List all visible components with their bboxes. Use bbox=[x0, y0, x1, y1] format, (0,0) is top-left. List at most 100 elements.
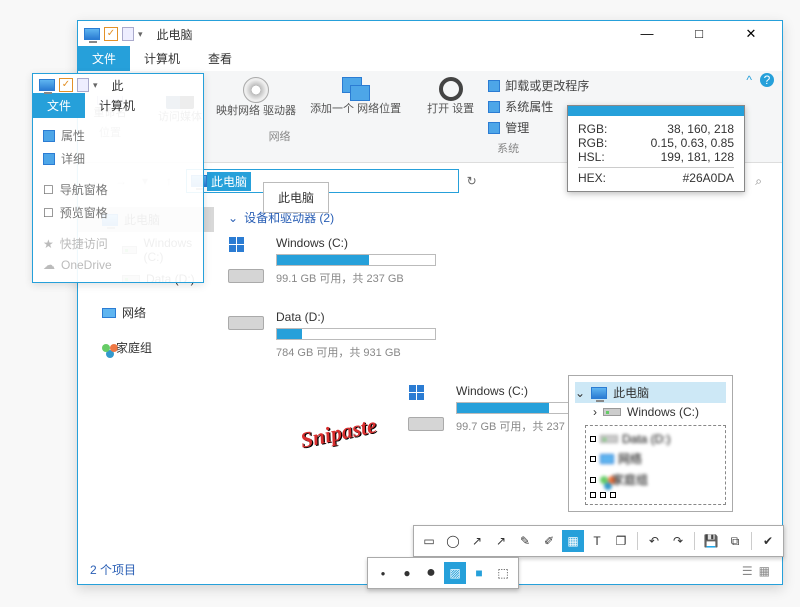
page-icon[interactable] bbox=[122, 27, 134, 41]
screens-icon bbox=[342, 77, 370, 101]
ghost-window: ✓▾ 此 文件计算机 属性 详细 ☐导航窗格 ☐预览窗格 ★快捷访问 ☁OneD… bbox=[32, 73, 204, 283]
icons-view-icon[interactable]: ▦ bbox=[759, 564, 770, 578]
color-swatch[interactable]: ■ bbox=[468, 562, 490, 584]
view-switcher[interactable]: ☰▦ bbox=[742, 564, 770, 578]
size-medium[interactable]: ● bbox=[396, 562, 418, 584]
drive-item[interactable]: Data (D:)784 GB 可用，共 931 GB bbox=[228, 310, 478, 360]
usage-bar bbox=[457, 403, 549, 413]
ribbon-help: ^ ? bbox=[746, 73, 774, 87]
pc-icon bbox=[591, 387, 607, 399]
disc-icon bbox=[243, 77, 269, 103]
props-icon bbox=[43, 130, 55, 142]
rect-tool[interactable]: ▭ bbox=[418, 530, 440, 552]
page-icon bbox=[77, 78, 89, 92]
chevron-right-icon: › bbox=[593, 405, 597, 419]
ghost-quick: ★快捷访问 bbox=[43, 232, 193, 255]
tree-this-pc[interactable]: ⌄此电脑 bbox=[575, 382, 726, 403]
tab-file[interactable]: 文件 bbox=[78, 46, 130, 71]
mosaic-tool[interactable]: ▦ bbox=[562, 530, 584, 552]
pencil-tool[interactable]: ✎ bbox=[514, 530, 536, 552]
color-picker[interactable]: RGB:38, 160, 218 RGB:0.15, 0.63, 0.85 HS… bbox=[567, 105, 745, 192]
checkbox-icon: ☐ bbox=[43, 206, 54, 220]
minimize-button[interactable]: — bbox=[632, 26, 662, 42]
maximize-button[interactable]: □ bbox=[684, 26, 714, 42]
search-icon[interactable]: ⌕ bbox=[755, 174, 762, 189]
chevron-down-icon[interactable]: ▾ bbox=[138, 29, 143, 40]
pc-icon bbox=[84, 28, 100, 40]
ellipse-tool[interactable]: ◯ bbox=[442, 530, 464, 552]
homegroup-icon bbox=[600, 476, 608, 484]
chevron-down-icon: ⌄ bbox=[575, 386, 585, 400]
annotation-toolbar[interactable]: ▭ ◯ ↗ ↗ ✎ ✐ ▦ T ❐ ↶ ↷ 💾 ⧉ ✔ bbox=[413, 525, 784, 557]
uninstall-button[interactable]: 卸载或更改程序 bbox=[488, 77, 589, 94]
marker-tool[interactable]: ✐ bbox=[538, 530, 560, 552]
size-small[interactable]: ● bbox=[372, 562, 394, 584]
arrow-tool[interactable]: ↗ bbox=[490, 530, 512, 552]
pc-icon bbox=[39, 79, 55, 91]
open-settings-button[interactable]: 打开 设置 bbox=[427, 77, 474, 116]
program-icon bbox=[488, 80, 500, 92]
map-drive-button[interactable]: 映射网络 驱动器 bbox=[216, 77, 296, 118]
handle-icon[interactable] bbox=[590, 436, 596, 442]
checkbox-icon: ☐ bbox=[43, 183, 54, 197]
windows-icon bbox=[408, 384, 424, 400]
titlebar: ✓ ▾ 此电脑 — □ ✕ bbox=[78, 21, 782, 47]
ghost-tab-computer[interactable]: 计算机 bbox=[85, 93, 149, 118]
homegroup-icon bbox=[102, 344, 110, 352]
sidebar-network[interactable]: 网络 bbox=[78, 300, 214, 325]
size-large[interactable]: ● bbox=[420, 562, 442, 584]
handle-icon[interactable] bbox=[590, 477, 596, 483]
hatch-style[interactable]: ▨ bbox=[444, 562, 466, 584]
select-area[interactable]: ⬚ bbox=[492, 562, 514, 584]
group-network-label: 网络 bbox=[269, 128, 291, 144]
tab-view[interactable]: 查看 bbox=[194, 46, 246, 71]
style-toolbar[interactable]: ● ● ● ▨ ■ ⬚ bbox=[367, 557, 519, 589]
details-view-icon[interactable]: ☰ bbox=[742, 564, 753, 578]
address-value: 此电脑 bbox=[207, 172, 251, 191]
chevron-down-icon: ⌄ bbox=[228, 211, 238, 225]
collapse-ribbon-icon[interactable]: ^ bbox=[746, 73, 752, 87]
confirm-button[interactable]: ✔ bbox=[757, 530, 779, 552]
drive-item[interactable]: Windows (C:)99.1 GB 可用，共 237 GB bbox=[228, 236, 478, 286]
check-icon[interactable]: ✓ bbox=[104, 27, 118, 41]
drag-selection[interactable]: Data (D:) 网络 家庭组 bbox=[585, 425, 726, 505]
copy-button[interactable]: ⧉ bbox=[724, 530, 746, 552]
ghost-onedrive: ☁OneDrive bbox=[43, 255, 193, 275]
redo-button[interactable]: ↷ bbox=[667, 530, 689, 552]
usage-bar bbox=[277, 329, 302, 339]
sidebar-homegroup[interactable]: 家庭组 bbox=[78, 335, 214, 360]
props-icon bbox=[488, 101, 500, 113]
window-title: 此电脑 bbox=[157, 26, 193, 43]
eraser-tool[interactable]: ❐ bbox=[610, 530, 632, 552]
tab-computer[interactable]: 计算机 bbox=[130, 46, 194, 71]
ghost-detail[interactable]: 详细 bbox=[43, 147, 193, 170]
gear-icon bbox=[439, 77, 463, 101]
hdd-icon bbox=[600, 435, 618, 443]
drive-icon bbox=[408, 417, 444, 431]
close-button[interactable]: ✕ bbox=[736, 26, 766, 42]
tree-winc[interactable]: ›Windows (C:) bbox=[575, 403, 726, 421]
detail-icon bbox=[43, 153, 55, 165]
address-suggestion[interactable]: 此电脑 bbox=[263, 182, 329, 213]
handle-icon[interactable] bbox=[590, 456, 596, 462]
save-button[interactable]: 💾 bbox=[700, 530, 722, 552]
add-location-button[interactable]: 添加一个 网络位置 bbox=[310, 77, 401, 116]
cloud-icon: ☁ bbox=[43, 258, 55, 272]
ghost-properties[interactable]: 属性 bbox=[43, 124, 193, 147]
help-icon[interactable]: ? bbox=[760, 73, 774, 87]
ghost-preview[interactable]: ☐预览窗格 bbox=[43, 201, 193, 224]
refresh-button[interactable]: ↻ bbox=[467, 174, 477, 188]
floating-tree[interactable]: ⌄此电脑 ›Windows (C:) Data (D:) 网络 家庭组 bbox=[568, 375, 733, 512]
check-icon: ✓ bbox=[59, 78, 73, 92]
handle-icon[interactable] bbox=[610, 492, 616, 498]
handle-icon[interactable] bbox=[600, 492, 606, 498]
window-controls: — □ ✕ bbox=[632, 26, 776, 42]
undo-button[interactable]: ↶ bbox=[643, 530, 665, 552]
ghost-navpane[interactable]: ☐导航窗格 bbox=[43, 178, 193, 201]
ghost-tab-file[interactable]: 文件 bbox=[33, 93, 85, 118]
group-system-label: 系统 bbox=[497, 140, 519, 156]
handle-icon[interactable] bbox=[590, 492, 596, 498]
text-tool[interactable]: T bbox=[586, 530, 608, 552]
ribbon-tabs: 文件 计算机 查看 bbox=[78, 47, 782, 71]
line-tool[interactable]: ↗ bbox=[466, 530, 488, 552]
